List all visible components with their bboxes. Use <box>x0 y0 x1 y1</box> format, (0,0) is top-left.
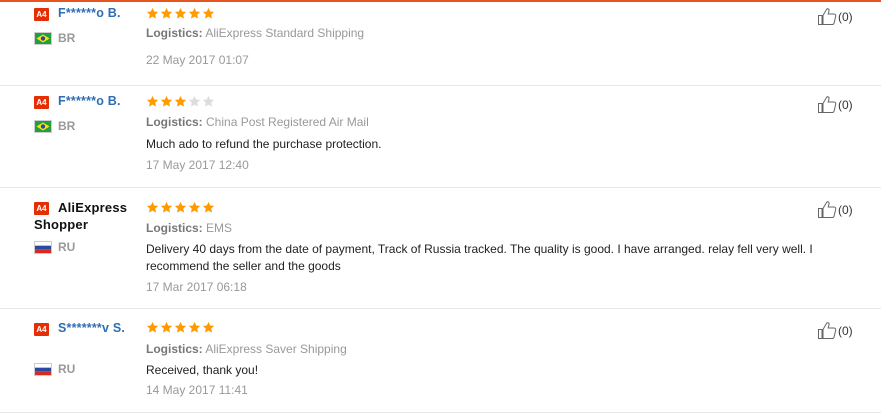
thumbs-up-icon[interactable] <box>817 95 837 114</box>
reviewer-name[interactable]: S*******v S. <box>34 320 134 337</box>
logistics-info: Logistics: EMS <box>146 221 232 235</box>
reviewer-name[interactable]: AliExpress Shopper <box>34 199 134 233</box>
review-text: Delivery 40 days from the date of paymen… <box>146 242 813 273</box>
star-icon <box>146 7 159 19</box>
logistics-label: Logistics: <box>146 342 203 356</box>
helpful-button[interactable]: (0) <box>817 321 853 340</box>
review-date: 14 May 2017 11:41 <box>146 383 248 397</box>
star-icon <box>188 95 201 107</box>
review-date: 17 May 2017 12:40 <box>146 158 249 172</box>
star-rating <box>146 95 215 109</box>
thumbs-up-icon[interactable] <box>817 7 837 26</box>
logistics-method: AliExpress Standard Shipping <box>205 26 365 40</box>
logistics-label: Logistics: <box>146 115 203 129</box>
star-icon <box>160 201 173 213</box>
reviewer-name[interactable]: F******o B. <box>58 6 121 20</box>
review-date: 17 Mar 2017 06:18 <box>146 280 247 294</box>
reviewer-country: RU <box>58 362 76 376</box>
flag-icon <box>34 120 52 133</box>
thumbs-up-icon[interactable] <box>817 200 837 219</box>
reviewer-country: BR <box>58 119 76 133</box>
helpful-count: (0) <box>838 9 853 24</box>
logistics-info: Logistics: China Post Registered Air Mai… <box>146 115 369 129</box>
logistics-label: Logistics: <box>146 26 203 40</box>
flag-icon <box>34 32 52 45</box>
review-text: Received, thank you! <box>146 363 259 377</box>
star-icon <box>202 95 215 107</box>
flag-icon <box>34 241 52 254</box>
logistics-info: Logistics: AliExpress Standard Shipping <box>146 26 364 40</box>
star-icon <box>188 201 201 213</box>
star-icon <box>146 201 159 213</box>
star-icon <box>146 321 159 333</box>
review-item: A4 F******o B. BR Logistics: AliExpress … <box>0 2 881 86</box>
helpful-count: (0) <box>838 323 853 338</box>
review-item: A4 S*******v S. RU Logistics: AliExpress… <box>0 308 881 413</box>
helpful-count: (0) <box>838 97 853 112</box>
star-rating <box>146 201 215 215</box>
star-rating <box>146 7 215 21</box>
star-icon <box>202 321 215 333</box>
review-date: 22 May 2017 01:07 <box>146 53 249 67</box>
reviewer-country: RU <box>58 240 76 254</box>
star-icon <box>188 321 201 333</box>
star-icon <box>160 7 173 19</box>
logistics-info: Logistics: AliExpress Saver Shipping <box>146 342 347 356</box>
review-item: A4 F******o B. BR Logistics: China Post … <box>0 85 881 188</box>
level-badge-icon: A4 <box>34 8 49 21</box>
star-icon <box>174 201 187 213</box>
helpful-button[interactable]: (0) <box>817 200 853 219</box>
star-icon <box>202 201 215 213</box>
review-item: A4 AliExpress Shopper RU Logistics: EMS … <box>0 187 881 309</box>
star-icon <box>174 95 187 107</box>
star-icon <box>202 7 215 19</box>
helpful-button[interactable]: (0) <box>817 95 853 114</box>
thumbs-up-icon[interactable] <box>817 321 837 340</box>
helpful-button[interactable]: (0) <box>817 7 853 26</box>
reviewer-name[interactable]: F******o B. <box>58 94 121 108</box>
flag-icon <box>34 363 52 376</box>
star-icon <box>174 7 187 19</box>
star-icon <box>146 95 159 107</box>
star-icon <box>160 321 173 333</box>
star-rating <box>146 321 215 335</box>
star-icon <box>188 7 201 19</box>
reviewer-country: BR <box>58 31 76 45</box>
level-badge-icon: A4 <box>34 96 49 109</box>
logistics-method: China Post Registered Air Mail <box>206 115 369 129</box>
star-icon <box>160 95 173 107</box>
star-icon <box>174 321 187 333</box>
review-text: Much ado to refund the purchase protecti… <box>146 137 382 151</box>
logistics-method: AliExpress Saver Shipping <box>205 342 347 356</box>
logistics-method: EMS <box>206 221 233 235</box>
helpful-count: (0) <box>838 202 853 217</box>
logistics-label: Logistics: <box>146 221 203 235</box>
